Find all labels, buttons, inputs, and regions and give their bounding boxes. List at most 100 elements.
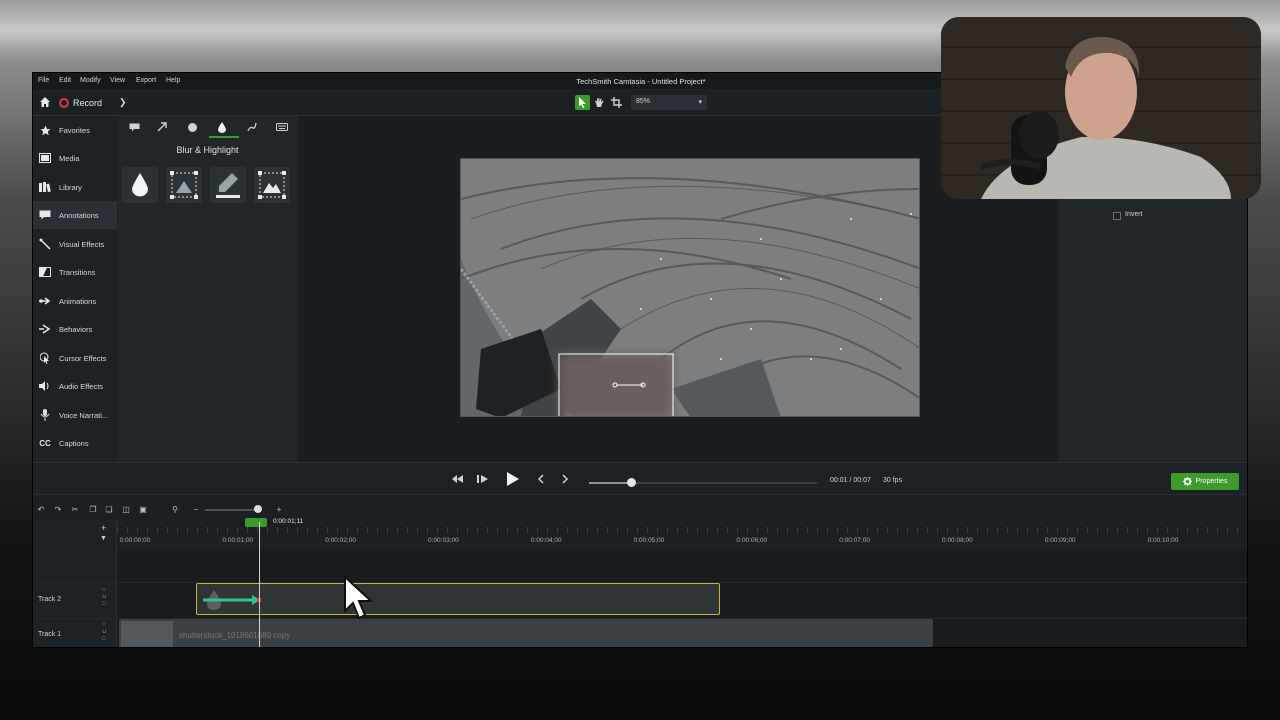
tick-label: 0:00:02;00 [325, 537, 356, 544]
previous-marker-button[interactable] [534, 472, 548, 486]
invert-label: Invert [1125, 211, 1143, 218]
sidebar-item-annotations[interactable]: Annotations [33, 201, 117, 229]
record-icon [59, 98, 69, 108]
lock-icon[interactable]: ○ ∪ □ [102, 622, 106, 643]
sidebar-item-captions[interactable]: CC Captions [33, 429, 117, 457]
fps-display: 30 fps [883, 477, 903, 484]
timeline-zoom-handle[interactable] [254, 505, 262, 513]
sidebar-item-label: Audio Effects [59, 381, 104, 391]
playhead-time: 0:00:01;11 [273, 518, 304, 525]
properties-button[interactable]: Properties [1171, 473, 1239, 490]
video-preview[interactable] [460, 158, 920, 417]
blur-thumbnail[interactable] [122, 167, 158, 203]
zoom-select[interactable]: 85% ▾ [631, 95, 707, 110]
copy-icon[interactable]: ❐ [88, 504, 98, 514]
sketch-icon [247, 122, 257, 132]
record-button[interactable]: Record [59, 96, 102, 110]
sidebar-item-label: Library [59, 182, 82, 192]
blur-drop-icon [132, 173, 148, 197]
frame-back-icon [477, 475, 488, 483]
mouse-cursor [344, 575, 373, 620]
track-name: Track 1 [38, 631, 62, 638]
sidebar-item-label: Cursor Effects [59, 353, 107, 363]
invert-checkbox[interactable] [1113, 212, 1121, 220]
sidebar-item-media[interactable]: Media [33, 144, 117, 172]
add-track-icon[interactable]: + [101, 523, 106, 533]
camera-icon[interactable]: ▣ [138, 504, 148, 514]
pixelate-thumbnail[interactable] [166, 167, 202, 203]
chevron-down-icon[interactable]: ▼ [100, 535, 107, 542]
tick-label: 0:00:07;00 [839, 537, 870, 544]
undo-icon[interactable]: ↶ [36, 504, 46, 514]
star-icon [39, 124, 51, 136]
split-icon[interactable]: ◫ [121, 504, 131, 514]
zoom-in-icon[interactable]: + [274, 504, 284, 514]
pixelate-icon [170, 171, 198, 199]
pan-tool-button[interactable] [592, 95, 607, 110]
step-back-button[interactable] [451, 472, 465, 486]
tick-label: 0:00:01;00 [222, 537, 254, 544]
tab-sketch-motion[interactable] [244, 120, 260, 134]
tick-label: 0:00:04;00 [530, 537, 562, 544]
tab-callouts[interactable] [126, 120, 142, 134]
speaker-icon [39, 380, 51, 392]
arrow-right-icon [39, 295, 51, 307]
zoom-out-icon[interactable]: − [191, 504, 201, 514]
sidebar-item-library[interactable]: Library [33, 173, 117, 201]
sidebar-item-visual-effects[interactable]: Visual Effects [33, 230, 117, 258]
previous-frame-button[interactable] [476, 472, 490, 486]
highlight-thumbnail[interactable] [210, 167, 246, 203]
sidebar-item-label: Voice Narrati... [59, 410, 109, 420]
sidebar-item-cursor-effects[interactable]: Cursor Effects [33, 344, 117, 372]
sidebar-item-audio-effects[interactable]: Audio Effects [33, 372, 117, 400]
film-icon [39, 152, 51, 164]
presenter-video [941, 17, 1261, 199]
chevron-right-icon[interactable]: ❯ [119, 97, 127, 108]
pointer-icon [579, 97, 586, 108]
timeline-toolbar: ↶ ↷ ✂ ❐ ❏ ◫ ▣ ⚲ − + [33, 494, 1247, 520]
paste-icon[interactable]: ❏ [104, 504, 114, 514]
callout-icon [129, 123, 139, 131]
scrub-handle[interactable] [627, 478, 636, 487]
tick-label: 0:00:08;00 [942, 537, 973, 544]
zoom-search-icon[interactable]: ⚲ [170, 504, 180, 514]
tab-shapes[interactable] [184, 120, 200, 134]
spotlight-thumbnail[interactable] [254, 167, 290, 203]
annotations-panel: Blur & Highlight [118, 116, 297, 462]
home-icon[interactable] [39, 96, 51, 108]
track-name: Track 2 [38, 596, 62, 603]
playback-bar: 00:01 / 00:07 30 fps Properties [33, 462, 1247, 494]
sidebar-item-transitions[interactable]: Transitions [33, 258, 117, 286]
tab-keystrokes[interactable] [274, 120, 290, 134]
play-button[interactable] [504, 470, 522, 488]
playhead-handle[interactable] [245, 518, 267, 527]
crop-icon [611, 97, 622, 108]
sidebar-item-label: Captions [59, 438, 89, 448]
redo-icon[interactable]: ↷ [53, 504, 63, 514]
hand-icon [595, 98, 604, 107]
lock-icon[interactable]: ○ ∪ □ [102, 587, 106, 608]
tab-blur-highlight[interactable] [214, 120, 230, 134]
highlight-pen-icon [216, 173, 240, 198]
sidebar-item-label: Favorites [59, 125, 90, 135]
cc-icon: CC [39, 438, 51, 448]
time-display: 00:01 / 00:07 [830, 477, 871, 484]
tick-label: 0:00:10;00 [1147, 537, 1179, 544]
sidebar-item-favorites[interactable]: Favorites [33, 116, 117, 144]
timeline-zoom-slider[interactable] [205, 509, 261, 511]
cursor-icon [39, 352, 51, 364]
blur-annotation-clip[interactable] [196, 583, 720, 615]
tools-sidebar: Favorites Media Library Annotations Visu… [33, 116, 117, 462]
tab-arrows[interactable] [154, 120, 170, 134]
sidebar-item-behaviors[interactable]: Behaviors [33, 315, 117, 343]
tick-label: 0:00:00;00 [119, 537, 151, 544]
sidebar-item-animations[interactable]: Animations [33, 287, 117, 315]
panel-title: Blur & Highlight [176, 145, 239, 155]
next-marker-button[interactable] [558, 472, 572, 486]
select-tool-button[interactable] [575, 95, 590, 110]
crop-tool-button[interactable] [609, 95, 624, 110]
cut-icon[interactable]: ✂ [70, 504, 80, 514]
record-label: Record [73, 98, 103, 108]
sidebar-item-voice-narration[interactable]: Voice Narrati... [33, 401, 117, 429]
chevron-left-icon [537, 474, 544, 484]
